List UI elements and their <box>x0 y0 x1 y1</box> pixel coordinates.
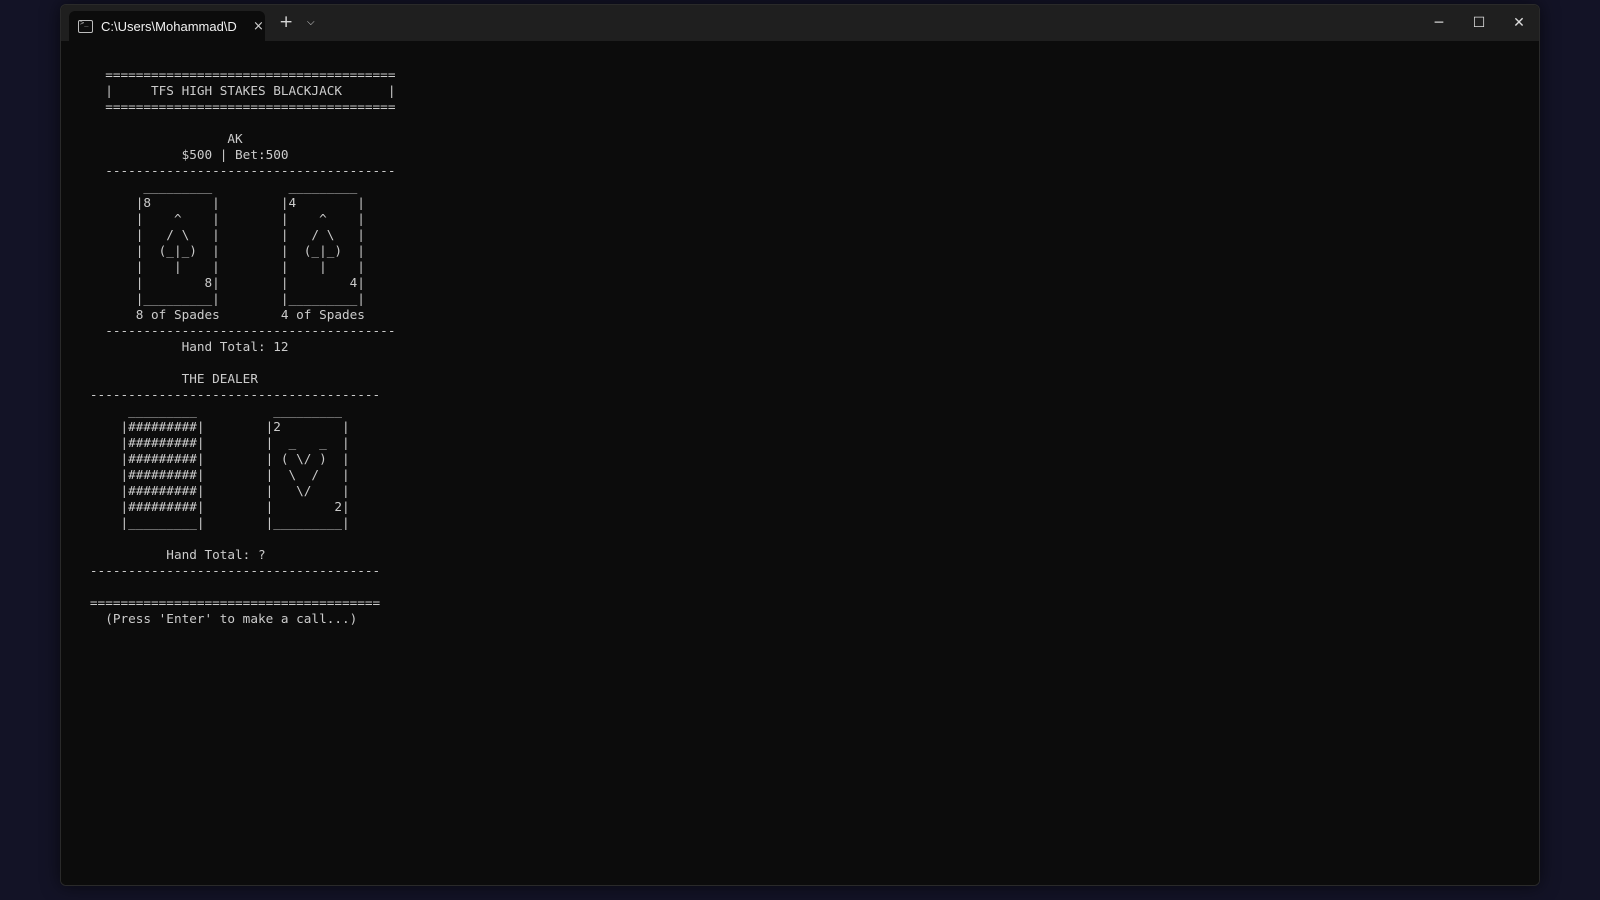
divider: -------------------------------------- <box>67 163 396 178</box>
maximize-button[interactable]: ☐ <box>1459 5 1499 41</box>
tab-close-icon[interactable]: × <box>253 19 264 34</box>
chevron-down-icon[interactable]: ⌵ <box>307 17 315 28</box>
dealer-cards-row: |#########| | \ / | <box>67 467 350 482</box>
header-border-top: ====================================== <box>67 67 396 82</box>
player-card-names: 8 of Spades 4 of Spades <box>67 307 365 322</box>
player-cards-row: |_________| |_________| <box>67 291 365 306</box>
player-cards-row: _________ _________ <box>67 179 358 194</box>
tab-terminal[interactable]: C:\Users\Mohammad\D × <box>69 11 265 41</box>
dealer-cards-row: _________ _________ <box>67 403 342 418</box>
footer-border: ====================================== <box>67 595 381 610</box>
divider: -------------------------------------- <box>67 387 381 402</box>
divider: -------------------------------------- <box>67 563 381 578</box>
dealer-cards-row: |#########| |2 | <box>67 419 350 434</box>
close-button[interactable]: ✕ <box>1499 5 1539 41</box>
dealer-hand-total: Hand Total: ? <box>67 547 266 562</box>
player-cards-row: |8 | |4 | <box>67 195 365 210</box>
new-tab-icon[interactable]: + <box>279 14 293 31</box>
player-cards-row: | 8| | 4| <box>67 275 365 290</box>
player-cards-row: | (_|_) | | (_|_) | <box>67 243 365 258</box>
desktop-background: C:\Users\Mohammad\D × + ⌵ ─ ☐ ✕ ========… <box>0 0 1600 900</box>
title-bar: C:\Users\Mohammad\D × + ⌵ ─ ☐ ✕ <box>61 5 1539 41</box>
dealer-cards-row: |#########| | \/ | <box>67 483 350 498</box>
player-name: AK <box>67 131 243 146</box>
terminal-window: C:\Users\Mohammad\D × + ⌵ ─ ☐ ✕ ========… <box>60 4 1540 886</box>
dealer-heading: THE DEALER <box>67 371 258 386</box>
terminal-icon <box>78 19 93 33</box>
dealer-cards-row: |#########| | ( \/ ) | <box>67 451 350 466</box>
terminal-output-area[interactable]: ====================================== |… <box>61 41 1539 885</box>
game-title: | TFS HIGH STAKES BLACKJACK | <box>67 83 396 98</box>
player-hand-total: Hand Total: 12 <box>67 339 289 354</box>
player-cards-row: | ^ | | ^ | <box>67 211 365 226</box>
player-cards-row: | | | | | | <box>67 259 365 274</box>
minimize-button[interactable]: ─ <box>1419 5 1459 41</box>
window-controls: ─ ☐ ✕ <box>1419 5 1539 41</box>
divider: -------------------------------------- <box>67 323 396 338</box>
prompt-text: (Press 'Enter' to make a call...) <box>67 611 358 626</box>
tab-title: C:\Users\Mohammad\D <box>101 18 237 34</box>
terminal-text: ====================================== |… <box>67 67 396 627</box>
player-cards-row: | / \ | | / \ | <box>67 227 365 242</box>
player-balance-bet: $500 | Bet:500 <box>67 147 289 162</box>
dealer-cards-row: |#########| | 2| <box>67 499 350 514</box>
dealer-cards-row: |_________| |_________| <box>67 515 350 530</box>
dealer-cards-row: |#########| | _ _ | <box>67 435 350 450</box>
header-border-bottom: ====================================== <box>67 99 396 114</box>
